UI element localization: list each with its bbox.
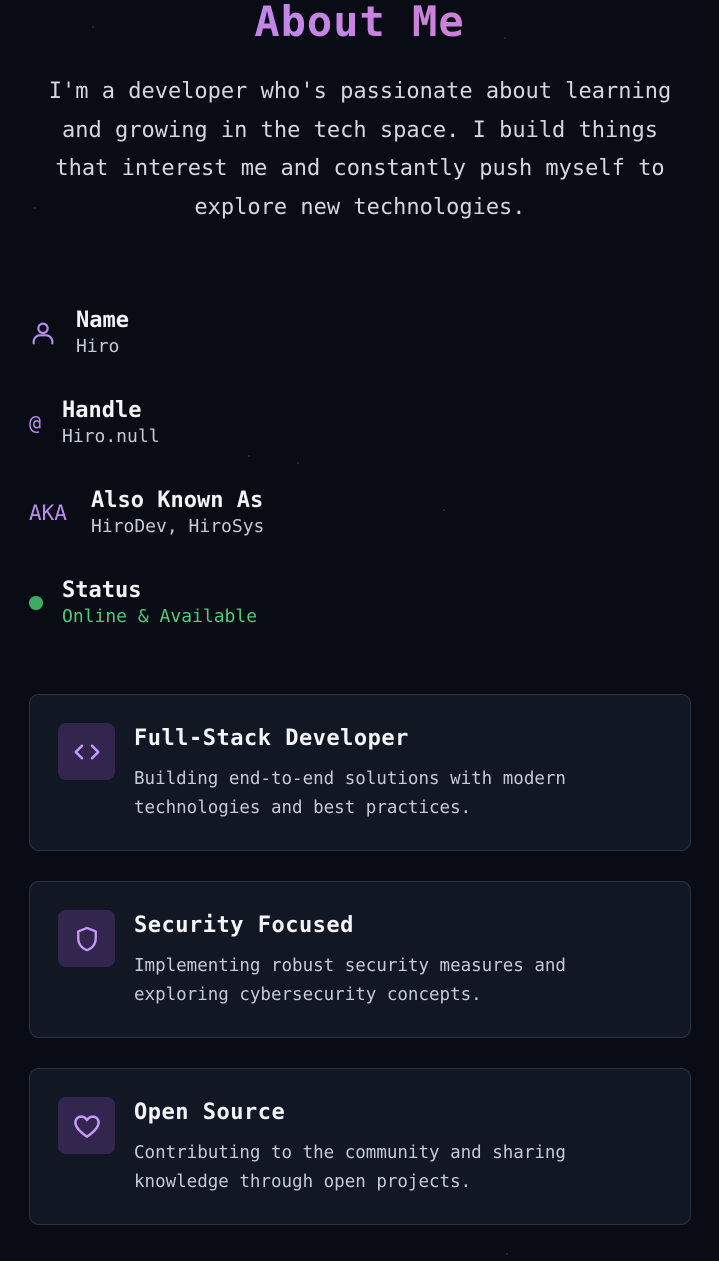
status-value: Online & Available xyxy=(62,606,258,627)
feature-card-opensource: Open Source Contributing to the communit… xyxy=(29,1068,691,1225)
info-value: Hiro.null xyxy=(62,426,160,447)
card-title: Security Focused xyxy=(134,913,354,938)
at-icon: @ xyxy=(29,410,42,435)
shield-icon xyxy=(58,910,115,967)
card-description: Implementing robust security measures an… xyxy=(134,956,566,1005)
card-title: Open Source xyxy=(134,1100,286,1125)
status-dot-icon xyxy=(29,595,62,610)
info-label: Name xyxy=(76,308,129,333)
feature-card-fullstack: Full-Stack Developer Building end-to-end… xyxy=(29,694,691,851)
background-star xyxy=(34,207,36,209)
user-icon xyxy=(29,319,76,347)
page-title: About Me xyxy=(0,0,719,51)
intro-paragraph: I'm a developer who's passionate about l… xyxy=(48,79,672,220)
info-label: Handle xyxy=(62,398,142,423)
info-label: Status xyxy=(62,578,142,603)
background-star xyxy=(248,455,250,457)
info-row-aka: AKA Also Known As HiroDev, HiroSys xyxy=(29,486,264,539)
card-description: Building end-to-end solutions with moder… xyxy=(134,769,566,818)
info-row-status: Status Online & Available xyxy=(29,576,257,629)
info-value: Hiro xyxy=(76,336,120,357)
card-description: Contributing to the community and sharin… xyxy=(134,1143,566,1192)
code-icon xyxy=(58,723,115,780)
background-star xyxy=(297,462,299,464)
info-label: Also Known As xyxy=(91,488,264,513)
feature-card-security: Security Focused Implementing robust sec… xyxy=(29,881,691,1038)
background-star xyxy=(506,1253,508,1255)
info-value: HiroDev, HiroSys xyxy=(91,516,265,537)
info-row-name: Name Hiro xyxy=(29,306,129,359)
info-row-handle: @ Handle Hiro.null xyxy=(29,396,160,449)
card-title: Full-Stack Developer xyxy=(134,726,409,751)
background-star xyxy=(443,509,445,511)
heart-icon xyxy=(58,1097,115,1154)
aka-icon: AKA xyxy=(29,500,67,525)
